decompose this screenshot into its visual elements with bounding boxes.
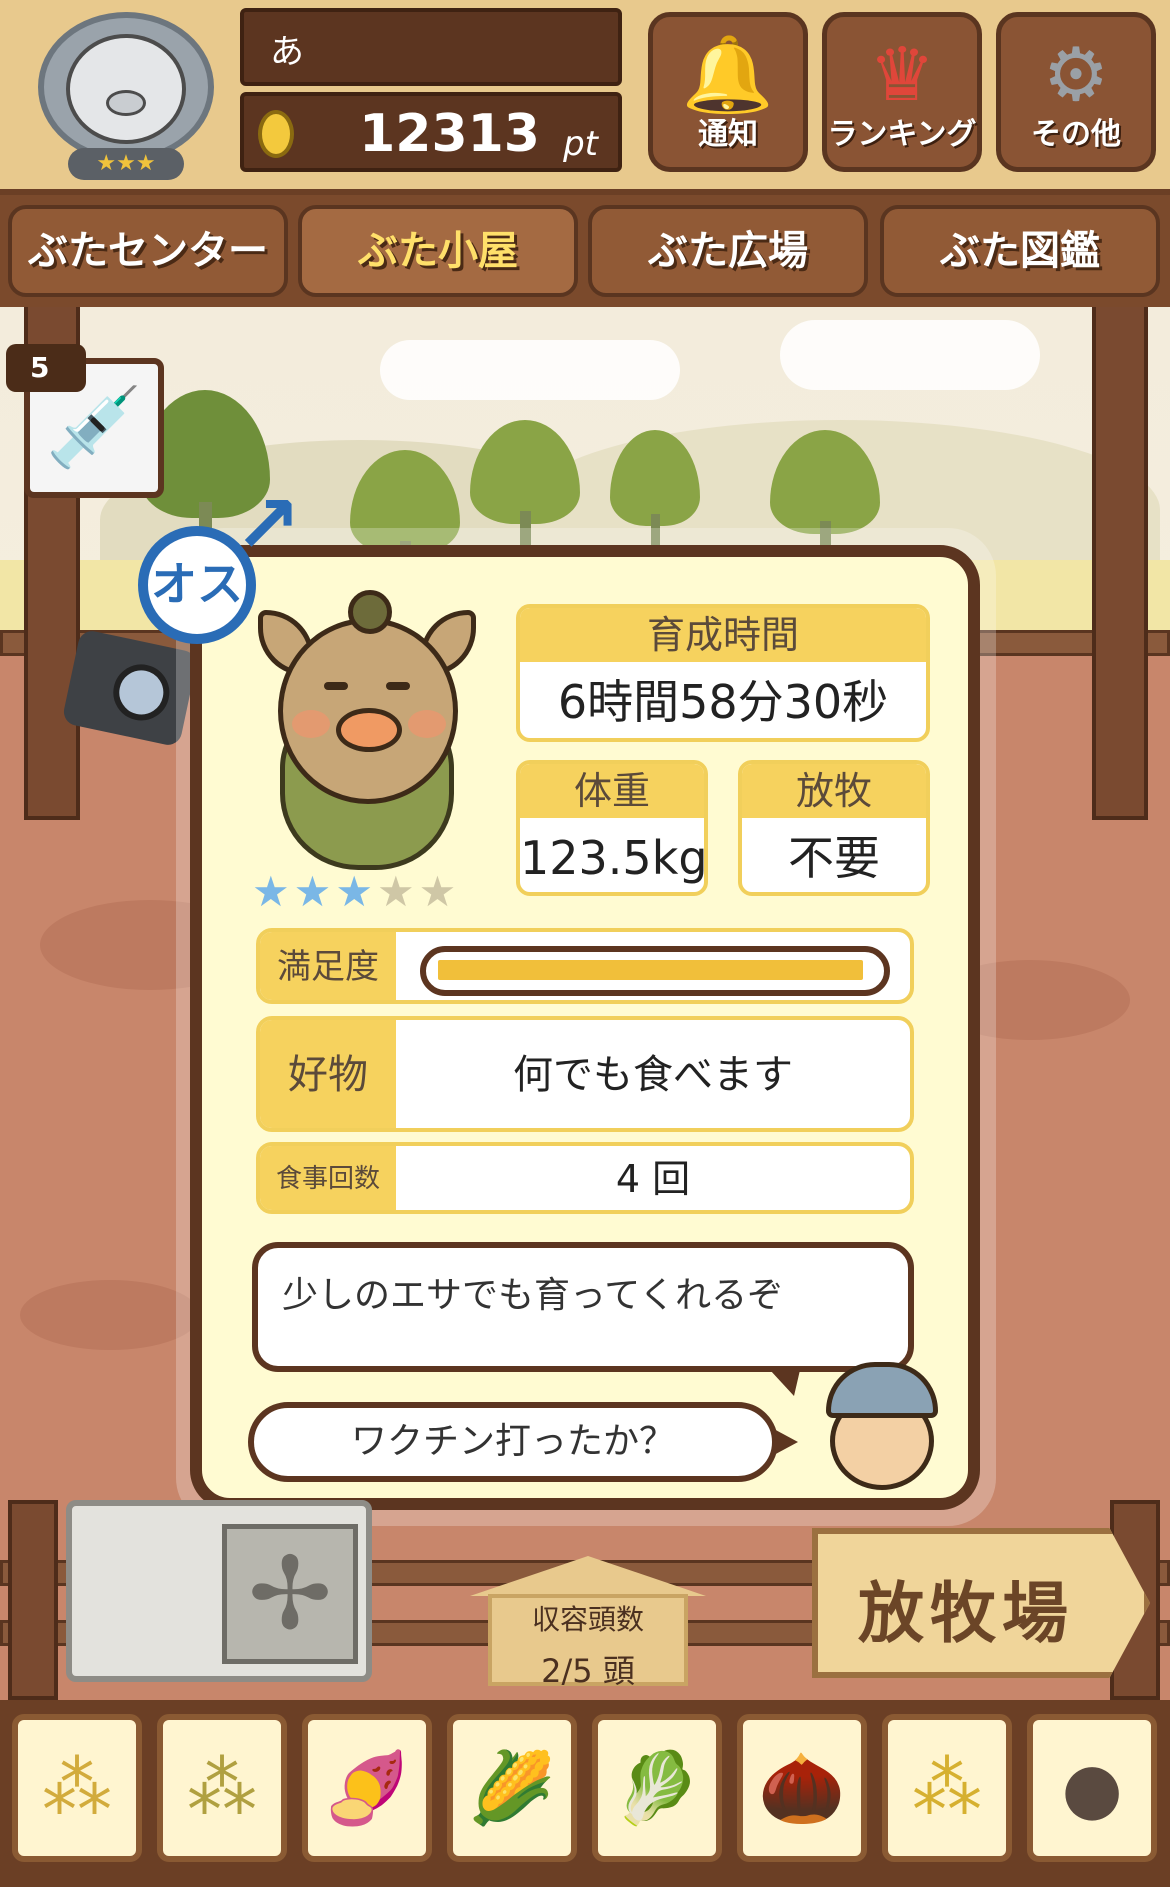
- tab-pig-encyclopedia[interactable]: ぶた図鑑: [880, 205, 1160, 297]
- points-display: 12313 pt: [240, 92, 622, 172]
- pig-portrait: [258, 590, 476, 870]
- tab-pig-center[interactable]: ぶたセンター: [8, 205, 288, 297]
- pig-snout: [336, 708, 402, 752]
- syringe-count-badge: 5: [6, 344, 86, 392]
- release-label: 放牧: [742, 764, 926, 818]
- vegetables-icon: 🥬: [613, 1747, 701, 1829]
- notification-button[interactable]: 🔔 通知: [648, 12, 808, 172]
- capacity-board: 収容頭数 2/5 頭: [488, 1594, 688, 1690]
- satisfaction-row: 満足度: [256, 928, 914, 1004]
- grain-icon: ⁂: [42, 1747, 112, 1829]
- pig-rating-stars: ★★★★★: [252, 870, 492, 914]
- capacity-sign: 収容頭数 2/5 頭: [470, 1556, 706, 1690]
- player-name: あ: [240, 8, 622, 86]
- bubble-tail: [772, 1428, 798, 1456]
- satisfaction-label: 満足度: [260, 932, 396, 1000]
- meal-count-row: 食事回数 4 回: [256, 1142, 914, 1214]
- main-tabs: ぶたセンター ぶた小屋 ぶた広場 ぶた図鑑: [0, 195, 1170, 307]
- meal-count-label: 食事回数: [260, 1146, 396, 1210]
- avatar-nose: [106, 90, 146, 116]
- satisfaction-gauge: [420, 946, 890, 996]
- star-filled-icon: ★: [252, 867, 294, 916]
- release-box: 放牧 不要: [738, 760, 930, 896]
- star-filled-icon: ★: [335, 867, 377, 916]
- message-bubble: 少しのエサでも育ってくれるぞ: [252, 1242, 914, 1372]
- feed-button-plate[interactable]: ●: [1027, 1714, 1157, 1862]
- corn-icon: 🌽: [468, 1747, 556, 1829]
- points-unit: pt: [563, 124, 598, 164]
- fence-post: [8, 1500, 58, 1700]
- header-bar: ★★★ あ 12313 pt 🔔 通知 ♛ ランキング ⚙ その他: [0, 0, 1170, 195]
- feed-button-acorn[interactable]: 🌰: [737, 1714, 867, 1862]
- other-button[interactable]: ⚙ その他: [996, 12, 1156, 172]
- growth-time-box: 育成時間 6時間58分30秒: [516, 604, 930, 742]
- feed-button-mixed-grain[interactable]: ⁂: [157, 1714, 287, 1862]
- growth-time-label: 育成時間: [520, 608, 926, 662]
- star-filled-icon: ★: [293, 867, 336, 916]
- release-value: 不要: [788, 831, 880, 885]
- avatar-rank-stars: ★★★: [68, 148, 184, 180]
- acorn-icon: 🌰: [758, 1747, 846, 1829]
- weight-label: 体重: [520, 764, 704, 818]
- capacity-label: 収容頭数: [531, 1603, 644, 1636]
- ranking-label: ランキング: [827, 117, 977, 152]
- star-empty-icon: ★: [418, 867, 461, 916]
- gear-icon: ⚙: [1042, 32, 1110, 118]
- feed-toolbar: ⁂ ⁂ 🍠 🌽 🥬 🌰 ⁂ ●: [0, 1700, 1170, 1887]
- feed-button-corn[interactable]: 🌽: [447, 1714, 577, 1862]
- gate-post: [1092, 300, 1148, 820]
- environment-control-panel[interactable]: ✢: [66, 1500, 372, 1682]
- capacity-value: 2/5 頭: [541, 1652, 635, 1690]
- player-avatar[interactable]: ★★★: [28, 12, 224, 180]
- pig-cheek: [292, 710, 330, 738]
- meal-count-value: 4 回: [615, 1157, 691, 1201]
- pig-eye: [386, 682, 410, 690]
- pig-eye: [324, 682, 348, 690]
- tab-pig-plaza[interactable]: ぶた広場: [588, 205, 868, 297]
- sign-roof: [470, 1556, 706, 1596]
- mixed-grain-icon: ⁂: [187, 1747, 257, 1829]
- bell-icon: 🔔: [681, 32, 775, 118]
- farmer-avatar: [818, 1362, 946, 1494]
- satisfaction-gauge-fill: [438, 960, 864, 980]
- pig-topknot: [348, 590, 392, 634]
- cloud: [780, 320, 1040, 390]
- pig-cheek: [408, 710, 446, 738]
- pasture-button[interactable]: 放牧場: [812, 1528, 1150, 1678]
- farmer-cap: [826, 1362, 938, 1418]
- other-label: その他: [1031, 117, 1121, 152]
- tab-pig-house[interactable]: ぶた小屋: [298, 205, 578, 297]
- hint-bubble[interactable]: ワクチン打ったか？: [248, 1402, 778, 1482]
- fan-icon: ✢: [222, 1524, 358, 1664]
- feed-button-bowl[interactable]: ⁂: [882, 1714, 1012, 1862]
- feed-button-vegetables[interactable]: 🥬: [592, 1714, 722, 1862]
- favorite-food-row: 好物 何でも食べます: [256, 1016, 914, 1132]
- bowl-feed-icon: ⁂: [912, 1747, 982, 1829]
- sweet-potato-icon: 🍠: [323, 1747, 411, 1829]
- points-value: 12313: [359, 104, 540, 164]
- plate-feed-icon: ●: [1061, 1747, 1123, 1829]
- ground-spot: [20, 1280, 200, 1350]
- star-empty-icon: ★: [376, 867, 419, 916]
- feed-button-sweet-potato[interactable]: 🍠: [302, 1714, 432, 1862]
- coin-icon: [258, 110, 294, 158]
- camera-icon: [108, 659, 175, 726]
- cloud: [380, 340, 680, 400]
- favorite-label: 好物: [260, 1020, 396, 1128]
- favorite-value: 何でも食べます: [513, 1052, 793, 1098]
- ranking-button[interactable]: ♛ ランキング: [822, 12, 982, 172]
- pig-avatar-icon: [66, 34, 186, 144]
- male-symbol-icon: ↗: [234, 478, 302, 571]
- weight-box: 体重 123.5kg: [516, 760, 708, 896]
- growth-time-value: 6時間58分30秒: [557, 675, 889, 729]
- notification-label: 通知: [698, 117, 758, 152]
- crown-icon: ♛: [868, 32, 936, 118]
- feed-button-grain[interactable]: ⁂: [12, 1714, 142, 1862]
- weight-value: 123.5kg: [520, 831, 708, 885]
- bubble-tail: [770, 1370, 800, 1396]
